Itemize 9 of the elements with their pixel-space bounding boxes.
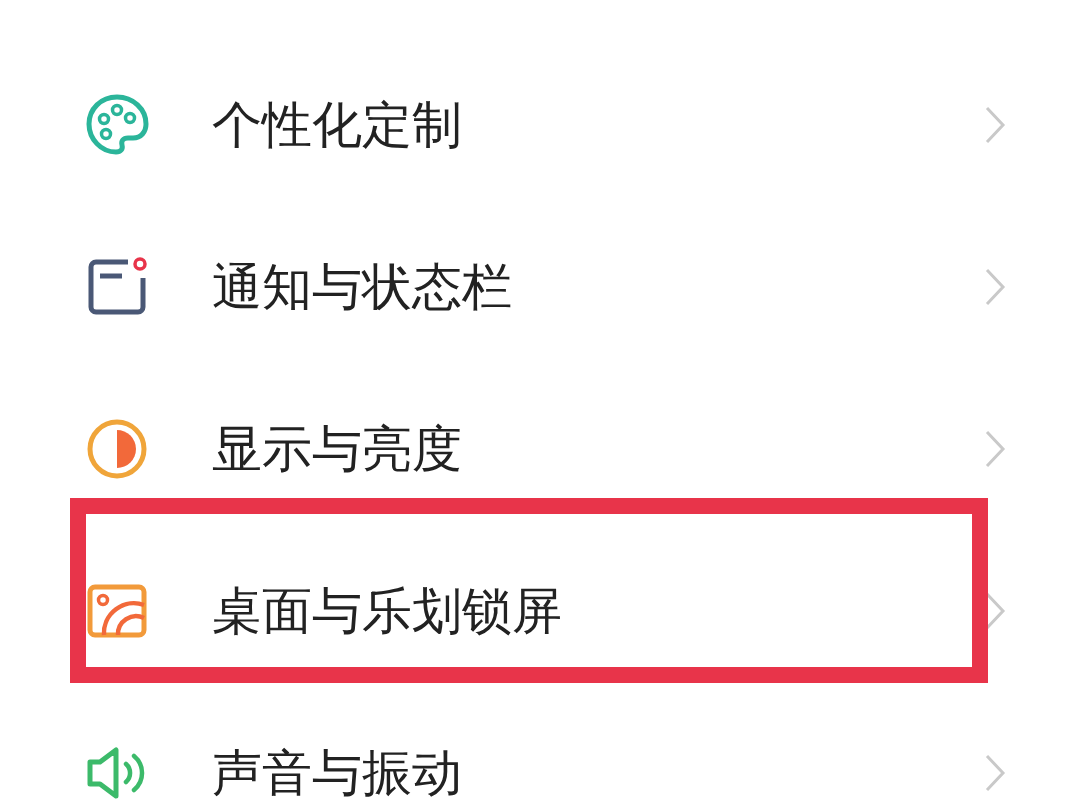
chevron-icon	[984, 429, 1006, 469]
setting-label: 显示与亮度	[212, 418, 463, 480]
chevron-icon	[984, 105, 1006, 145]
chevron-icon	[984, 753, 1006, 793]
setting-label: 桌面与乐划锁屏	[212, 580, 563, 642]
setting-label: 通知与状态栏	[212, 256, 513, 318]
setting-label: 声音与振动	[212, 742, 463, 804]
setting-label: 个性化定制	[212, 94, 463, 156]
chevron-icon	[984, 267, 1006, 307]
